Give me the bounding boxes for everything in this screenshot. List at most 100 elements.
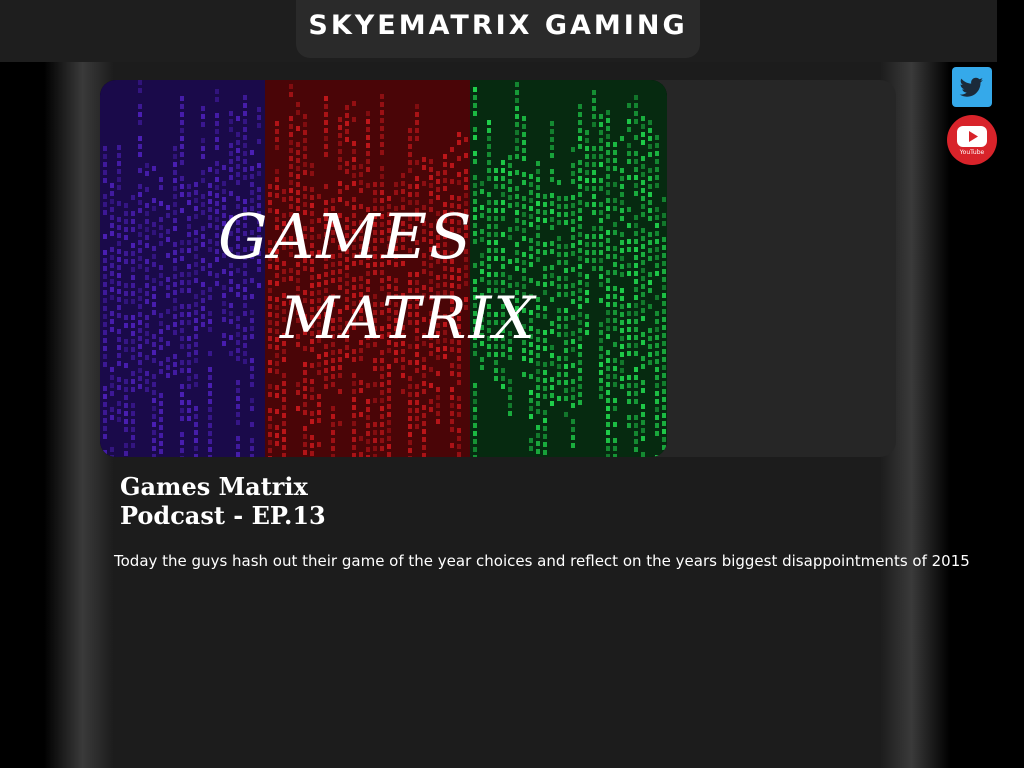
matrix-glyph [324, 144, 328, 149]
matrix-glyph [655, 319, 659, 324]
matrix-glyph [522, 148, 526, 153]
matrix-glyph [606, 166, 610, 171]
matrix-glyph [208, 271, 212, 276]
matrix-glyph [606, 374, 610, 379]
podcast-cover-image[interactable]: GAMES MATRIX [100, 80, 667, 457]
twitter-link[interactable] [952, 67, 992, 107]
matrix-glyph [110, 319, 114, 324]
matrix-glyph [359, 452, 363, 457]
matrix-glyph [613, 286, 617, 291]
matrix-glyph [110, 255, 114, 260]
youtube-link[interactable]: YouTube [947, 115, 997, 165]
matrix-glyph [124, 403, 128, 408]
matrix-glyph [578, 288, 582, 293]
matrix-glyph [634, 279, 638, 284]
matrix-glyph [303, 370, 307, 375]
matrix-glyph [606, 446, 610, 451]
matrix-glyph [359, 388, 363, 393]
matrix-glyph [236, 444, 240, 449]
matrix-glyph [296, 406, 300, 411]
matrix-glyph [194, 422, 198, 427]
matrix-glyph [131, 259, 135, 264]
matrix-glyph [373, 190, 377, 195]
matrix-glyph [103, 394, 107, 399]
matrix-glyph [138, 192, 142, 197]
matrix-glyph [515, 138, 519, 143]
matrix-glyph [250, 398, 254, 403]
matrix-glyph [215, 129, 219, 134]
matrix-glyph [243, 143, 247, 148]
matrix-glyph [208, 207, 212, 212]
matrix-glyph [180, 392, 184, 397]
matrix-glyph [268, 440, 272, 445]
matrix-glyph [103, 146, 107, 151]
matrix-glyph [592, 266, 596, 271]
matrix-glyph [159, 265, 163, 270]
matrix-glyph [317, 274, 321, 279]
matrix-glyph [243, 311, 247, 316]
matrix-glyph [117, 177, 121, 182]
matrix-glyph [522, 124, 526, 129]
matrix-glyph [194, 238, 198, 243]
matrix-glyph [268, 184, 272, 189]
matrix-glyph [159, 233, 163, 238]
matrix-glyph [599, 146, 603, 151]
matrix-glyph [236, 420, 240, 425]
matrix-glyph [515, 98, 519, 103]
matrix-glyph [578, 224, 582, 229]
matrix-glyph [634, 415, 638, 420]
matrix-glyph [480, 213, 484, 218]
matrix-glyph [145, 299, 149, 304]
matrix-glyph [536, 385, 540, 390]
matrix-glyph [275, 369, 279, 374]
matrix-glyph [564, 396, 568, 401]
matrix-glyph [557, 364, 561, 369]
matrix-glyph [243, 327, 247, 332]
matrix-glyph [310, 171, 314, 176]
matrix-glyph [585, 330, 589, 335]
matrix-glyph [201, 146, 205, 151]
matrix-glyph [634, 231, 638, 236]
matrix-glyph [422, 437, 426, 442]
matrix-glyph [201, 282, 205, 287]
matrix-glyph [275, 425, 279, 430]
matrix-glyph [275, 337, 279, 342]
matrix-glyph [124, 315, 128, 320]
matrix-glyph [599, 354, 603, 359]
matrix-glyph [243, 135, 247, 140]
matrix-glyph [275, 273, 279, 278]
matrix-glyph [585, 154, 589, 159]
matrix-glyph [557, 252, 561, 257]
matrix-glyph [331, 374, 335, 379]
matrix-glyph [408, 416, 412, 421]
matrix-glyph [436, 275, 440, 280]
matrix-glyph [620, 240, 624, 245]
matrix-glyph [487, 176, 491, 181]
matrix-glyph [662, 301, 666, 306]
matrix-glyph [613, 206, 617, 211]
matrix-glyph [564, 340, 568, 345]
matrix-glyph [215, 161, 219, 166]
matrix-glyph [110, 183, 114, 188]
matrix-glyph [194, 262, 198, 267]
matrix-glyph [194, 182, 198, 187]
matrix-glyph [268, 392, 272, 397]
matrix-glyph [138, 256, 142, 261]
matrix-glyph [571, 267, 575, 272]
matrix-glyph [662, 277, 666, 282]
matrix-glyph [366, 127, 370, 132]
matrix-glyph [145, 211, 149, 216]
matrix-glyph [613, 222, 617, 227]
matrix-glyph [352, 373, 356, 378]
matrix-glyph [159, 425, 163, 430]
matrix-glyph [401, 173, 405, 178]
matrix-glyph [180, 304, 184, 309]
matrix-glyph [208, 295, 212, 300]
matrix-glyph [599, 298, 603, 303]
matrix-glyph [145, 355, 149, 360]
matrix-glyph [187, 312, 191, 317]
site-title[interactable]: SKYEMATRIX GAMING [296, 10, 700, 41]
matrix-glyph [613, 270, 617, 275]
matrix-glyph [145, 243, 149, 248]
matrix-glyph [303, 146, 307, 151]
